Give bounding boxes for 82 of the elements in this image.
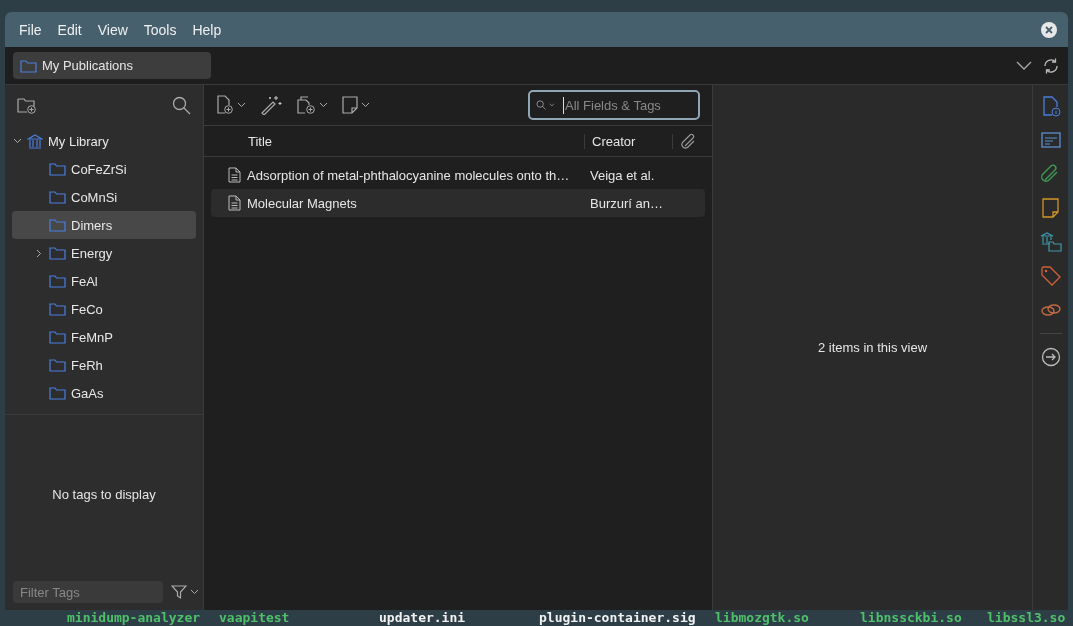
folder-icon (49, 218, 66, 232)
collection-name: Dimers (71, 217, 113, 233)
chevron-down-icon[interactable] (1016, 61, 1032, 70)
title-cell: Adsorption of metal-phthalocyanine molecules onto th… (247, 167, 570, 183)
filter-field[interactable]: Filter Tags (13, 581, 163, 603)
title-cell: Molecular Magnets (247, 195, 357, 211)
collection-name: FeCo (71, 301, 103, 317)
sync-icon[interactable] (1042, 56, 1060, 75)
collection-name: CoMnSi (71, 189, 118, 205)
folder-icon (49, 274, 66, 288)
add-attachment-icon[interactable] (296, 95, 316, 115)
library-icon (27, 133, 43, 149)
empty-message: No tags to display (52, 487, 156, 502)
collection-name: GaAs (71, 385, 104, 401)
collection-item[interactable]: FeMnP (12, 323, 196, 351)
caret-icon (549, 102, 555, 108)
collection-name: FeMnP (71, 329, 113, 345)
tag-icon[interactable] (1039, 265, 1062, 287)
close-icon[interactable] (1040, 20, 1058, 39)
collection-item[interactable]: Dimers (12, 211, 196, 239)
collection-button[interactable]: My Publications (13, 52, 211, 79)
document-icon (228, 195, 241, 211)
new-collection-icon[interactable] (17, 96, 37, 114)
filter-icon[interactable] (171, 584, 187, 600)
folder-icon (49, 162, 66, 176)
collection-name: FeRh (71, 357, 103, 373)
locate-icon[interactable] (1039, 346, 1062, 368)
column-header[interactable]: Creator (585, 133, 673, 149)
collection-item[interactable]: CoFeZrSi (12, 155, 196, 183)
collection-name: FeAl (71, 273, 98, 289)
paperclip-icon[interactable] (681, 133, 697, 149)
collection-item[interactable]: FeCo (12, 295, 196, 323)
chevron-down-icon (12, 138, 22, 144)
tree-item[interactable]: My Library (48, 133, 109, 149)
item-count-message: 2 items in this view (817, 340, 928, 355)
search-input[interactable]: All Fields & Tags (563, 96, 692, 114)
item-row[interactable]: Molecular Magnets Burzurí an… (211, 189, 705, 217)
collection-item[interactable]: GaAs (12, 379, 196, 407)
search-icon[interactable] (172, 95, 191, 115)
caret-icon (190, 589, 199, 595)
menu-item[interactable]: Help (186, 17, 228, 42)
file-name: vaapitest (219, 610, 291, 626)
search-field[interactable]: All Fields & Tags (528, 90, 700, 120)
file-name: libnssckbi.so (860, 610, 963, 626)
file-name: plugin-container.sig (539, 610, 697, 626)
abstract-icon[interactable] (1039, 129, 1062, 151)
note-icon[interactable] (342, 96, 358, 114)
folder-icon (20, 58, 37, 73)
menu-item[interactable]: File (13, 17, 48, 42)
folder-icon (49, 330, 66, 344)
column-header[interactable]: Title (204, 133, 585, 149)
new-item-icon[interactable] (216, 95, 234, 115)
menu-item[interactable]: Edit (51, 17, 88, 42)
menu-item[interactable]: Tools (137, 17, 183, 42)
folder-icon (49, 190, 66, 204)
item-row[interactable]: Adsorption of metal-phthalocyanine molecules onto th… Veiga et al. (211, 161, 705, 189)
collection-item[interactable]: FeAl (12, 267, 196, 295)
creator-cell-text: Veiga et al. (589, 167, 655, 183)
caret-icon (319, 102, 328, 108)
menu-item[interactable]: View (91, 17, 134, 42)
collection-item[interactable]: CoMnSi (12, 183, 196, 211)
caret-icon (237, 102, 246, 108)
library-folder-icon[interactable] (1039, 231, 1062, 253)
file-name: libmozgtk.so (715, 610, 810, 626)
file-name: libssl3.so (987, 610, 1067, 626)
file-name: minidump-analyzer (67, 610, 202, 626)
folder-icon (49, 246, 66, 260)
magic-wand-icon[interactable] (260, 95, 282, 115)
search-icon (536, 97, 547, 113)
note-icon[interactable] (1039, 197, 1062, 219)
document-icon (228, 167, 241, 183)
chevron-right-icon[interactable] (36, 248, 42, 258)
folder-icon (49, 302, 66, 316)
caret-icon (361, 102, 370, 108)
collection-name: CoFeZrSi (71, 161, 127, 177)
file-name: updater.ini (379, 610, 467, 626)
collection-name: Energy (71, 245, 113, 261)
creator-cell-text: Burzurí an… (589, 195, 663, 211)
folder-icon (49, 358, 66, 372)
collection-item[interactable]: FeRh (12, 351, 196, 379)
folder-icon (49, 386, 66, 400)
collection-item[interactable]: Energy (12, 239, 196, 267)
